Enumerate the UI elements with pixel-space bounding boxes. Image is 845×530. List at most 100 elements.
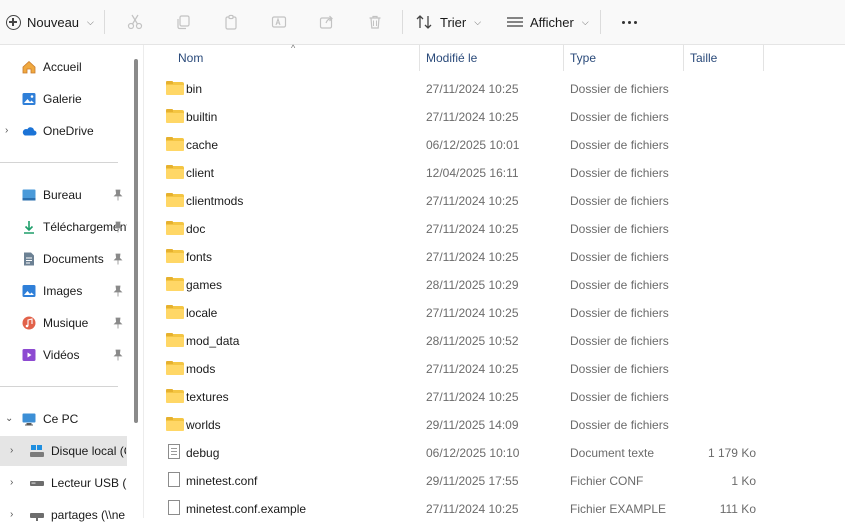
file-name: mods (186, 362, 216, 376)
file-modified-date: 12/04/2025 16:11 (426, 166, 519, 180)
cut-icon[interactable] (125, 12, 145, 32)
chevron-right-icon[interactable]: › (10, 477, 13, 488)
sidebar-item-gallery[interactable]: Galerie (0, 84, 128, 114)
file-type: Fichier EXAMPLE (570, 502, 667, 516)
column-divider[interactable] (419, 45, 420, 71)
column-header-name[interactable]: Nom (178, 51, 203, 65)
table-row[interactable]: games 28/11/2025 10:29 Dossier de fichiers (144, 270, 845, 298)
drive-icon (30, 445, 44, 457)
sidebar-item-pictures[interactable]: Images (0, 276, 128, 306)
dot-icon (633, 20, 637, 24)
sidebar-item-this-pc[interactable]: ⌄ Ce PC (0, 404, 128, 434)
file-modified-date: 27/11/2024 10:25 (426, 194, 519, 208)
rename-icon[interactable] (269, 12, 289, 32)
file-icon (166, 500, 184, 515)
file-type: Dossier de fichiers (570, 362, 669, 376)
file-name: mod_data (186, 334, 240, 348)
network-drive-icon (30, 513, 44, 521)
sidebar-item-onedrive[interactable]: › OneDrive (0, 116, 128, 146)
file-size: 1 179 Ko (707, 446, 756, 460)
table-row[interactable]: mods 27/11/2024 10:25 Dossier de fichiers (144, 354, 845, 382)
file-modified-date: 27/11/2024 10:25 (426, 250, 519, 264)
file-name: cache (186, 138, 219, 152)
table-row[interactable]: minetest.conf 29/11/2025 17:55 Fichier CON… (144, 466, 845, 494)
column-divider[interactable] (683, 45, 684, 71)
folder-icon (166, 417, 184, 431)
file-name: textures (186, 390, 229, 404)
new-button[interactable]: Nouveau ⌵ (6, 10, 94, 34)
sidebar-item-home[interactable]: Accueil (0, 52, 128, 82)
table-row[interactable]: worlds 29/11/2025 14:09 Dossier de fichier… (144, 410, 845, 438)
file-modified-date: 27/11/2024 10:25 (426, 222, 519, 236)
folder-icon (166, 305, 184, 319)
sort-button[interactable]: Trier ⌵ (416, 10, 481, 34)
column-header-type[interactable]: Type (570, 51, 596, 65)
folder-icon (166, 81, 184, 95)
sidebar-item-usb-drive[interactable]: › Lecteur USB (E:) (0, 468, 128, 498)
sidebar-item-network-share[interactable]: › partages (\\ne (0, 500, 128, 530)
chevron-right-icon[interactable]: › (10, 445, 13, 456)
sidebar-item-desktop[interactable]: Bureau (0, 180, 128, 210)
table-row[interactable]: cache 06/12/2025 10:01 Dossier de fichiers (144, 130, 845, 158)
pin-icon (113, 317, 123, 329)
folder-icon (166, 277, 184, 291)
file-size: 111 Ko (719, 502, 756, 516)
more-options-button[interactable] (618, 12, 640, 32)
column-divider[interactable] (763, 45, 764, 71)
delete-icon[interactable] (365, 12, 385, 32)
copy-icon[interactable] (173, 12, 193, 32)
sidebar-item-label: Disque local (C:) (51, 444, 126, 458)
file-modified-date: 29/11/2025 14:09 (426, 418, 519, 432)
sidebar-item-downloads[interactable]: Téléchargements (0, 212, 128, 242)
table-row[interactable]: locale 27/11/2024 10:25 Dossier de fichier… (144, 298, 845, 326)
share-icon[interactable] (317, 12, 337, 32)
sidebar-item-local-disk[interactable]: › Disque local (C:) (0, 436, 127, 466)
images-icon (22, 285, 36, 297)
paste-icon[interactable] (221, 12, 241, 32)
folder-icon (166, 221, 184, 235)
folder-icon (166, 109, 184, 123)
table-row[interactable]: client 12/04/2025 16:11 Dossier de fichier… (144, 158, 845, 186)
onedrive-icon (22, 127, 37, 136)
table-row[interactable]: fonts 27/11/2024 10:25 Dossier de fichiers (144, 242, 845, 270)
table-row[interactable]: builtin 27/11/2024 10:25 Dossier de fichie… (144, 102, 845, 130)
toolbar-divider (600, 10, 601, 34)
chevron-down-icon: ⌵ (581, 16, 589, 27)
chevron-down-icon[interactable]: ⌄ (5, 413, 13, 424)
music-icon (22, 316, 36, 330)
dot-icon (621, 20, 625, 24)
view-button-label: Afficher (530, 14, 574, 30)
sidebar-item-music[interactable]: Musique (0, 308, 128, 338)
pin-icon (113, 221, 123, 233)
table-row[interactable]: textures 27/11/2024 10:25 Dossier de fichi… (144, 382, 845, 410)
new-button-label: Nouveau (27, 14, 80, 30)
usb-drive-icon (30, 481, 44, 486)
column-header-modified[interactable]: Modifié le (426, 51, 477, 65)
navigation-pane: Accueil Galerie › OneDrive Bureau Téléch… (0, 45, 144, 522)
table-row[interactable]: mod_data 28/11/2025 10:52 Dossier de fichi… (144, 326, 845, 354)
sidebar-item-documents[interactable]: Documents (0, 244, 128, 274)
sidebar-item-label: OneDrive (43, 124, 94, 138)
folder-icon (166, 333, 184, 347)
view-button[interactable]: Afficher ⌵ (506, 10, 589, 34)
folder-icon (166, 389, 184, 403)
home-icon (22, 60, 36, 74)
file-size: 1 Ko (731, 474, 756, 488)
table-row[interactable]: bin 27/11/2024 10:25 Dossier de fichiers (144, 74, 845, 102)
dot-icon (627, 20, 631, 24)
table-row[interactable]: debug 06/12/2025 10:10 Document texte 1 179… (144, 438, 845, 466)
table-row[interactable]: doc 27/11/2024 10:25 Dossier de fichiers (144, 214, 845, 242)
command-bar: Nouveau ⌵ Trier ⌵ Afficher ⌵ (0, 0, 845, 45)
column-header-size[interactable]: Taille (690, 51, 717, 65)
file-modified-date: 27/11/2024 10:25 (426, 82, 519, 96)
file-name: bin (186, 82, 203, 96)
file-type: Dossier de fichiers (570, 82, 669, 96)
sidebar-scrollbar[interactable] (134, 59, 138, 423)
chevron-right-icon[interactable]: › (5, 125, 8, 136)
sidebar-item-videos[interactable]: Vidéos (0, 340, 128, 370)
toolbar-divider (402, 10, 403, 34)
file-modified-date: 27/11/2024 10:25 (426, 502, 519, 516)
chevron-right-icon[interactable]: › (10, 509, 13, 520)
column-divider[interactable] (563, 45, 564, 71)
table-row[interactable]: clientmods 27/11/2024 10:25 Dossier de fic… (144, 186, 845, 214)
